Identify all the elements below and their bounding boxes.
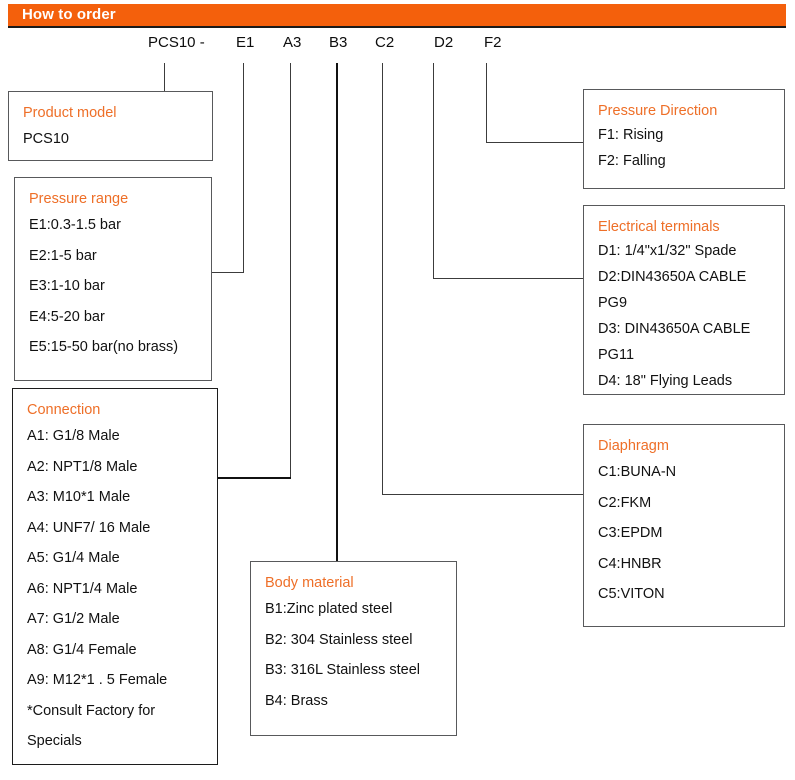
box-pressure-range-line-3: E4:5-20 bar (29, 308, 105, 325)
order-code-token-c2: C2 (375, 34, 395, 51)
leader-line-pressure-range-horizontal (211, 272, 244, 273)
box-pressure-range-line-2: E3:1-10 bar (29, 278, 105, 294)
box-connection-line-3: A4: UNF7/ 16 Male (27, 519, 151, 536)
box-electrical-terminals: Electrical terminals D1: 1/4"x1/32" Spad… (583, 205, 785, 395)
box-connection-line-0: A1: G1/8 Male (27, 428, 120, 444)
box-body-material-line-1: B2: 304 Stainless steel (265, 631, 413, 648)
box-electrical-terminals-line-1: D2:DIN43650A CABLE (598, 269, 747, 285)
box-body-material-line-0: B1:Zinc plated steel (265, 601, 393, 617)
box-body-material-line-3: B4: Brass (265, 692, 328, 709)
box-electrical-terminals-line-3: D3: DIN43650A CABLE (598, 321, 751, 337)
box-diaphragm-line-4: C5:VITON (598, 586, 665, 602)
leader-line-diaphragm-horizontal (382, 494, 584, 495)
box-connection-line-2: A3: M10*1 Male (27, 489, 131, 505)
leader-line-body-material (336, 63, 338, 561)
box-diaphragm-title: Diaphragm (598, 438, 669, 454)
box-electrical-terminals-line-0: D1: 1/4"x1/32" Spade (598, 243, 737, 259)
box-product-model: Product model PCS10 (8, 91, 213, 161)
leader-line-electrical-terminals-vertical (433, 63, 434, 279)
box-pressure-range-line-4: E5:15-50 bar(no brass) (29, 339, 179, 355)
box-connection-line-6: A7: G1/2 Male (27, 611, 120, 627)
header-banner: How to order (8, 4, 786, 28)
how-to-order-diagram: How to order PCS10 - E1 A3 B3 C2 D2 F2 P… (0, 0, 795, 780)
box-connection-line-8: A9: M12*1 . 5 Female (27, 672, 168, 688)
box-connection-line-10: Specials (27, 733, 82, 749)
box-connection: Connection A1: G1/8 Male A2: NPT1/8 Male… (12, 388, 218, 765)
box-pressure-direction: Pressure Direction F1: Rising F2: Fallin… (583, 89, 785, 189)
box-pressure-range-line-1: E2:1-5 bar (29, 247, 97, 264)
box-electrical-terminals-line-2: PG9 (598, 295, 628, 311)
leader-line-connection-vertical (290, 63, 291, 478)
box-pressure-range-title: Pressure range (29, 191, 129, 207)
order-code-token-a3: A3 (283, 34, 302, 51)
order-code-token-f2: F2 (484, 34, 502, 51)
order-code-token-e1: E1 (236, 34, 255, 51)
order-code-token-b3: B3 (329, 34, 348, 51)
box-connection-line-9: *Consult Factory for (27, 702, 156, 719)
box-pressure-range: Pressure range E1:0.3-1.5 bar E2:1-5 bar… (14, 177, 212, 381)
order-code-token-d2: D2 (434, 34, 454, 51)
leader-line-pressure-range-vertical (243, 63, 244, 272)
box-pressure-direction-line-0: F1: Rising (598, 127, 664, 143)
box-diaphragm: Diaphragm C1:BUNA-N C2:FKM C3:EPDM C4:HN… (583, 424, 785, 627)
box-connection-line-1: A2: NPT1/8 Male (27, 458, 138, 475)
box-diaphragm-line-2: C3:EPDM (598, 525, 663, 541)
page-title: How to order (22, 6, 116, 23)
box-body-material-title: Body material (265, 575, 354, 591)
order-code-token-model: PCS10 - (148, 34, 205, 51)
box-pressure-direction-line-1: F2: Falling (598, 153, 666, 169)
box-diaphragm-line-0: C1:BUNA-N (598, 464, 677, 480)
box-connection-title: Connection (27, 402, 101, 418)
box-diaphragm-line-3: C4:HNBR (598, 555, 662, 572)
box-connection-line-5: A6: NPT1/4 Male (27, 580, 138, 597)
box-body-material: Body material B1:Zinc plated steel B2: 3… (250, 561, 457, 736)
box-pressure-range-line-0: E1:0.3-1.5 bar (29, 217, 121, 233)
leader-line-connection-horizontal (218, 477, 291, 479)
leader-line-electrical-terminals-horizontal (433, 278, 584, 279)
box-electrical-terminals-line-4: PG11 (598, 347, 635, 363)
box-product-model-title: Product model (23, 105, 117, 121)
box-product-model-line-0: PCS10 (23, 131, 69, 147)
box-diaphragm-line-1: C2:FKM (598, 494, 652, 511)
box-body-material-line-2: B3: 316L Stainless steel (265, 662, 421, 678)
leader-line-diaphragm-vertical (382, 63, 383, 495)
box-pressure-direction-title: Pressure Direction (598, 103, 718, 119)
leader-line-pressure-direction-vertical (486, 63, 487, 143)
box-electrical-terminals-line-5: D4: 18" Flying Leads (598, 373, 733, 389)
box-connection-line-7: A8: G1/4 Female (27, 641, 137, 658)
leader-line-product-model (164, 63, 165, 92)
box-connection-line-4: A5: G1/4 Male (27, 550, 120, 566)
leader-line-pressure-direction-horizontal (486, 142, 584, 143)
box-electrical-terminals-title: Electrical terminals (598, 219, 720, 235)
